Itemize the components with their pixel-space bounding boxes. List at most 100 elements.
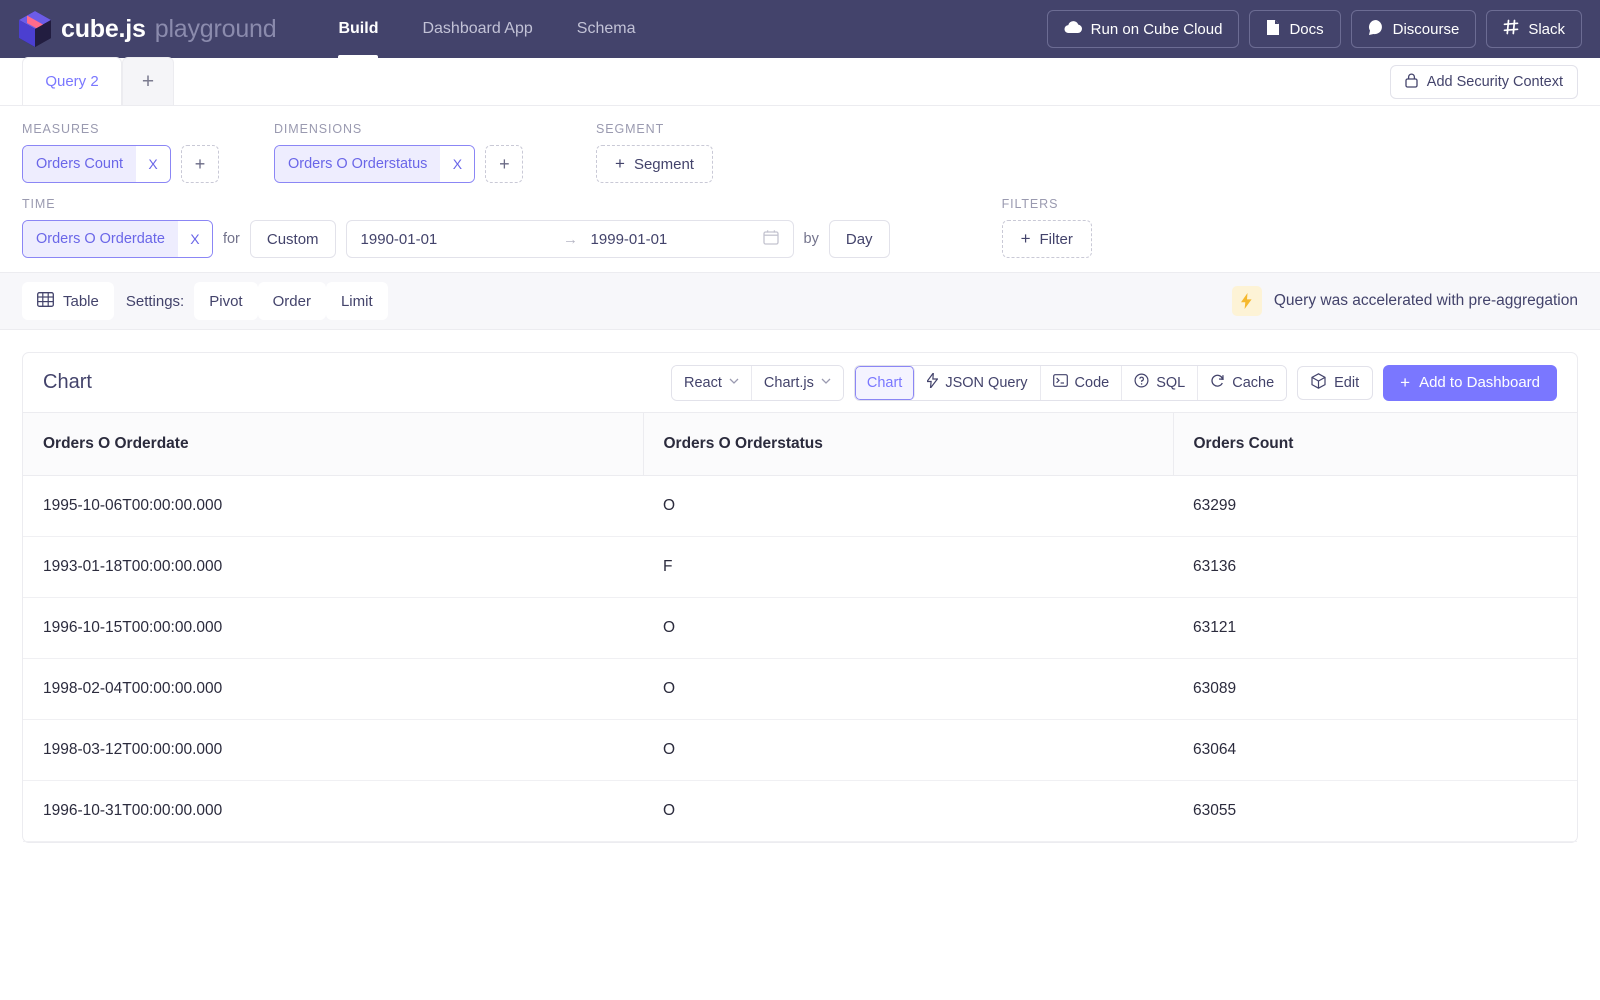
view-code-tab[interactable]: Code [1040,365,1123,400]
view-cache-tab[interactable]: Cache [1198,365,1287,400]
table-header-row: Orders O Orderdate Orders O Orderstatus … [23,413,1577,476]
cell-orders-count: 63089 [1173,658,1577,720]
nav-tab-dashboard-app[interactable]: Dashboard App [400,0,554,58]
by-word: by [803,231,819,247]
refresh-icon [1210,373,1225,392]
measures-section: MEASURES Orders Count X + [22,122,274,183]
granularity-button[interactable]: Day [828,220,890,258]
run-on-cube-cloud-label: Run on Cube Cloud [1090,20,1223,38]
calendar-icon [762,229,779,249]
add-query-tab-button[interactable]: + [122,57,174,105]
view-type-table-button[interactable]: Table [22,282,114,320]
add-filter-button[interactable]: + Filter [1001,220,1092,258]
cell-orderstatus: O [643,780,1173,842]
cell-orderstatus: O [643,597,1173,659]
column-header-orderdate[interactable]: Orders O Orderdate [23,413,643,476]
add-security-context-button[interactable]: Add Security Context [1389,65,1578,99]
lightning-bolt-icon [1231,286,1262,316]
date-range-arrow-icon: → [563,230,579,248]
remove-time-dimension-icon[interactable]: X [177,221,212,257]
table-row: 1995-10-06T00:00:00.000 O 63299 [23,475,1577,537]
builder-row-primary: MEASURES Orders Count X + DIMENSIONS Ord… [22,122,1578,183]
dimension-pill-orders-orderstatus[interactable]: Orders O Orderstatus X [274,145,476,183]
time-dimension-pill-orders-orderdate[interactable]: Orders O Orderdate X [22,220,213,258]
view-mode-group: Chart JSON Query Code SQL Cache [853,364,1288,401]
add-segment-button[interactable]: + Segment [596,145,713,183]
cell-orders-count: 63055 [1173,780,1577,842]
slack-label: Slack [1528,20,1565,38]
segment-section: SEGMENT + Segment [596,122,836,183]
column-header-orders-count[interactable]: Orders Count [1172,413,1577,476]
chart-library-label: Chart.js [763,374,814,391]
lock-icon [1405,73,1418,92]
nav-actions: Run on Cube Cloud Docs Discourse Slack [1046,10,1582,48]
remove-measure-icon[interactable]: X [136,146,171,182]
date-to-value[interactable]: 1999-01-01 [591,231,763,248]
view-json-query-tab[interactable]: JSON Query [915,365,1041,400]
pre-aggregation-text: Query was accelerated with pre-aggregati… [1273,292,1578,309]
view-sql-tab[interactable]: SQL [1122,365,1199,400]
nav-tab-build[interactable]: Build [316,0,400,58]
framework-select[interactable]: React [672,365,752,400]
builder-row-time: TIME Orders O Orderdate X for Custom 199… [22,197,1578,258]
cube-logo-icon [18,10,52,48]
lightning-bolt-icon [926,371,939,392]
cell-orderdate: 1995-10-06T00:00:00.000 [23,475,643,537]
table-grid-icon [37,291,54,312]
results-table-body: 1995-10-06T00:00:00.000 O 63299 1993-01-… [23,475,1577,842]
order-button[interactable]: Order [257,282,326,320]
query-tab-2[interactable]: Query 2 [22,57,122,105]
view-chart-tab[interactable]: Chart [854,365,916,400]
cell-orders-count: 63299 [1173,475,1577,537]
cloud-icon [1064,20,1082,38]
panel-title: Chart [43,371,92,393]
add-security-context-label: Add Security Context [1426,74,1563,90]
slack-button[interactable]: Slack [1486,10,1582,48]
docs-button[interactable]: Docs [1249,10,1341,48]
date-range-mode-button[interactable]: Custom [249,220,336,258]
remove-dimension-icon[interactable]: X [440,146,475,182]
slack-icon [1503,19,1519,39]
table-row: 1993-01-18T00:00:00.000 F 63136 [23,536,1577,598]
limit-button[interactable]: Limit [325,282,388,320]
view-json-query-label: JSON Query [945,374,1028,391]
column-header-orderstatus[interactable]: Orders O Orderstatus [642,413,1173,476]
add-filter-label: Filter [1039,230,1073,248]
chevron-down-icon [821,377,831,388]
add-to-dashboard-button[interactable]: + Add to Dashboard [1383,364,1557,401]
cell-orders-count: 63136 [1173,536,1577,598]
plus-icon: + [1400,372,1411,392]
measure-pill-orders-count[interactable]: Orders Count X [22,145,172,183]
cell-orderdate: 1996-10-31T00:00:00.000 [23,780,643,842]
table-row: 1998-03-12T00:00:00.000 O 63064 [23,719,1577,781]
filters-label: FILTERS [1001,197,1059,211]
chart-panel: Chart React Chart.js Chart JSON Query Co… [22,352,1578,843]
add-measure-button[interactable]: + [181,145,220,183]
edit-button[interactable]: Edit [1297,365,1374,400]
time-section: TIME Orders O Orderdate X for Custom 199… [22,197,890,258]
settings-bar: Table Settings: Pivot Order Limit Query … [0,272,1600,330]
dimension-pill-label: Orders O Orderstatus [275,146,441,182]
framework-label: React [684,374,722,391]
discourse-button[interactable]: Discourse [1350,10,1477,48]
question-circle-icon [1134,373,1149,392]
framework-library-group: React Chart.js [671,364,844,401]
add-segment-label: Segment [633,155,694,173]
pre-aggregation-notice: Query was accelerated with pre-aggregati… [1231,286,1578,316]
time-label: TIME [22,197,56,211]
plus-icon: + [615,154,625,173]
measure-pill-label: Orders Count [23,146,137,182]
run-on-cube-cloud-button[interactable]: Run on Cube Cloud [1046,10,1240,48]
query-builder: MEASURES Orders Count X + DIMENSIONS Ord… [0,106,1600,272]
date-range-input[interactable]: 1990-01-01 → 1999-01-01 [345,220,794,258]
date-from-value[interactable]: 1990-01-01 [361,231,551,248]
add-dimension-button[interactable]: + [485,145,524,183]
pivot-button[interactable]: Pivot [194,282,258,320]
nav-tab-schema[interactable]: Schema [555,0,658,58]
filters-section: FILTERS + Filter [1001,197,1092,258]
table-row: 1996-10-31T00:00:00.000 O 63055 [23,780,1577,842]
brand-logo[interactable]: cube.js playground [18,10,277,48]
cell-orderdate: 1998-02-04T00:00:00.000 [23,658,643,720]
chart-library-select[interactable]: Chart.js [751,365,843,400]
chart-panel-header: Chart React Chart.js Chart JSON Query Co… [23,353,1577,413]
